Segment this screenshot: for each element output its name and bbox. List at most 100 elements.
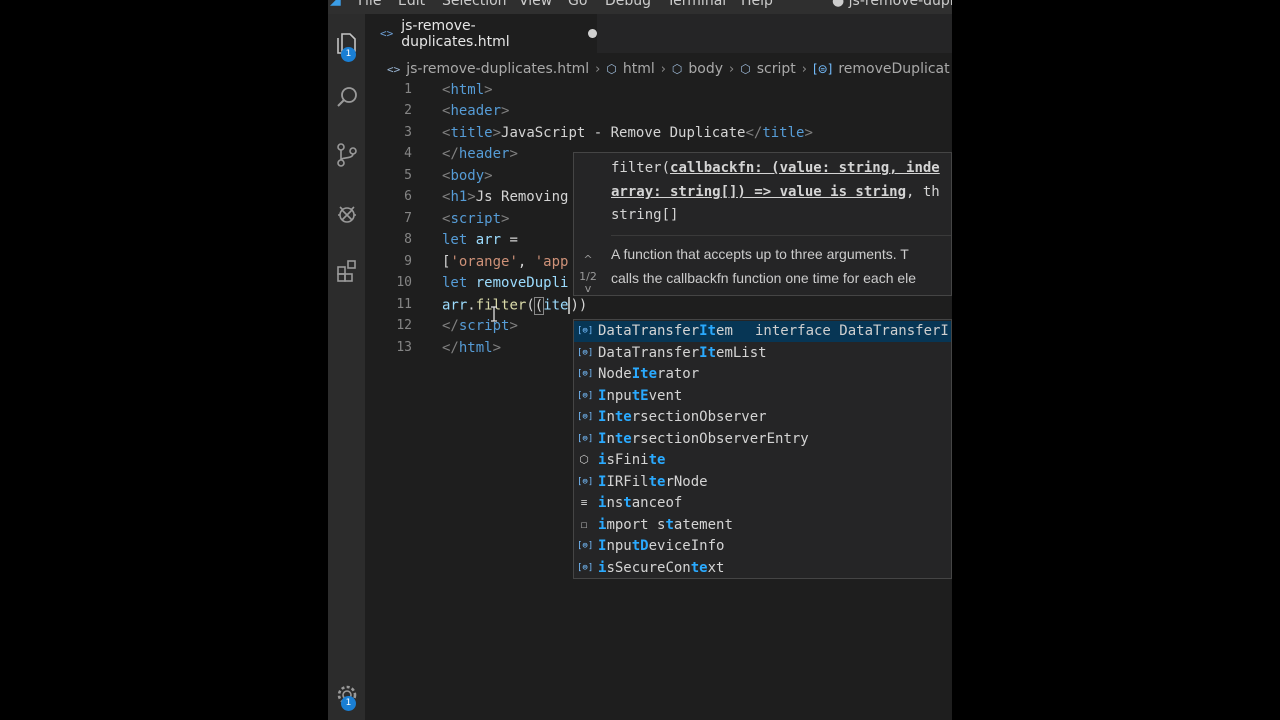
search-icon bbox=[336, 87, 357, 107]
interface-icon: [⊜] bbox=[577, 412, 594, 422]
code-token: , bbox=[517, 254, 535, 270]
signature-line-1: filter(callbackfn: (value: string, inde bbox=[611, 160, 940, 176]
activity-bar: 1 1 bbox=[328, 14, 365, 720]
suggestion-label: import statement bbox=[598, 516, 733, 533]
code-token: script bbox=[458, 318, 510, 334]
extensions-icon bbox=[336, 260, 356, 282]
code-token: removeDupli bbox=[475, 275, 569, 291]
chevron-down-icon[interactable]: v bbox=[574, 282, 602, 295]
line-number: 7 bbox=[404, 211, 412, 226]
suggestion-label: isFinite bbox=[598, 452, 666, 468]
code-token: title bbox=[762, 125, 805, 141]
html-file-icon: <> bbox=[387, 62, 401, 76]
breadcrumb-body[interactable]: body bbox=[688, 61, 723, 77]
variable-icon: [⊜] bbox=[812, 62, 833, 76]
interface-icon: [⊜] bbox=[577, 390, 594, 401]
menu-edit[interactable]: Edit bbox=[398, 0, 425, 9]
breadcrumb-file[interactable]: js-remove-duplicates.html bbox=[406, 61, 589, 77]
code-line: 11 arr.filter((ite)) bbox=[365, 296, 952, 318]
chevron-right-icon: › bbox=[660, 61, 666, 77]
suggestion-item[interactable]: [⊜] isSecureContext bbox=[574, 558, 951, 579]
suggestion-detail: interface DataTransferI bbox=[755, 323, 949, 339]
interface-icon: [⊜] bbox=[577, 562, 594, 573]
suggestion-item[interactable]: [⊜] IntersectionObserverEntry bbox=[574, 429, 951, 450]
suggestion-label: NodeIterator bbox=[598, 366, 700, 382]
menu-debug[interactable]: Debug bbox=[605, 0, 651, 9]
menu-file[interactable]: File bbox=[358, 0, 381, 9]
parameter-hint-widget: ^ 1/2 v filter(callbackfn: (value: strin… bbox=[573, 152, 952, 296]
code-token: arr bbox=[442, 297, 468, 314]
snippet-icon: ☐ bbox=[580, 517, 588, 531]
breadcrumb-html[interactable]: html bbox=[623, 61, 655, 77]
code-token: html bbox=[450, 82, 485, 98]
menu-help[interactable]: Help bbox=[741, 0, 773, 9]
suggestion-item[interactable]: [⊜] InputDeviceInfo bbox=[574, 536, 951, 557]
breadcrumb: <> js-remove-duplicates.html › ⬡ html › … bbox=[365, 58, 952, 80]
code-token: ( bbox=[533, 296, 545, 315]
code-token: ( bbox=[526, 297, 535, 314]
menu-terminal[interactable]: Terminal bbox=[667, 0, 726, 9]
tab-js-remove-duplicates[interactable]: <> js-remove-duplicates.html bbox=[365, 14, 597, 53]
suggestion-item[interactable]: [⊜] InputEvent bbox=[574, 386, 951, 407]
suggestion-item[interactable]: ≡ instanceof bbox=[574, 493, 951, 514]
html-file-icon: <> bbox=[380, 27, 394, 40]
doc-line-1: A function that accepts up to three argu… bbox=[611, 246, 909, 262]
debug-activity[interactable] bbox=[328, 197, 365, 231]
code-token: title bbox=[450, 125, 493, 141]
menu-go[interactable]: Go bbox=[568, 0, 587, 9]
code-token: = bbox=[501, 232, 518, 248]
code-token: let bbox=[442, 275, 468, 291]
explorer-activity[interactable]: 1 bbox=[328, 26, 365, 62]
code-token: filter bbox=[475, 297, 527, 314]
menu-bar: ◢ File Edit Selection View Go Debug Term… bbox=[328, 0, 952, 14]
doc-line-2: calls the callbackfn function one time f… bbox=[611, 270, 917, 286]
suggestion-widget: [⊜] DataTransferItem interface DataTransfe… bbox=[573, 319, 952, 579]
chevron-right-icon: › bbox=[595, 61, 601, 77]
menu-view[interactable]: View bbox=[519, 0, 552, 9]
line-number: 4 bbox=[404, 146, 412, 161]
code-token: header bbox=[450, 103, 502, 119]
active-parameter: array: string[]) => value is string bbox=[611, 184, 907, 200]
line-number: 10 bbox=[396, 275, 412, 290]
code-token: h1 bbox=[450, 189, 468, 205]
chevron-right-icon: › bbox=[801, 61, 807, 77]
line-number: 13 bbox=[396, 340, 412, 355]
code-token: body bbox=[450, 168, 485, 184]
interface-icon: [⊜] bbox=[577, 433, 594, 444]
active-parameter: callbackfn: (value: string, inde bbox=[670, 160, 940, 176]
unsaved-dot-icon[interactable] bbox=[588, 29, 597, 38]
extensions-activity[interactable] bbox=[328, 254, 365, 288]
suggestion-item[interactable]: ☐ import statement bbox=[574, 515, 951, 536]
suggestion-item[interactable]: [⊜] NodeIterator bbox=[574, 364, 951, 385]
manage-activity[interactable]: 1 bbox=[328, 678, 365, 712]
code-token: ite bbox=[543, 297, 569, 314]
line-number: 5 bbox=[404, 168, 412, 183]
tab-bar: <> js-remove-duplicates.html bbox=[365, 14, 952, 53]
signature-return-type: string[] bbox=[611, 207, 679, 223]
line-number: 6 bbox=[404, 189, 412, 204]
suggestion-item[interactable]: ⬡ isFinite bbox=[574, 450, 951, 471]
suggestion-item[interactable]: [⊜] IntersectionObserver bbox=[574, 407, 951, 428]
source-control-activity[interactable] bbox=[328, 138, 365, 172]
code-token: Js Removing bbox=[475, 189, 569, 205]
code-token: 'app bbox=[534, 254, 569, 270]
breadcrumb-symbol[interactable]: removeDuplicat bbox=[838, 61, 949, 77]
suggestion-label: isSecureContext bbox=[598, 559, 725, 576]
chevron-up-icon[interactable]: ^ bbox=[574, 253, 602, 266]
menu-selection[interactable]: Selection bbox=[442, 0, 507, 9]
suggestion-label: InputDeviceInfo bbox=[598, 538, 725, 554]
search-activity[interactable] bbox=[328, 80, 365, 114]
suggestion-label: InputEvent bbox=[598, 387, 683, 404]
suggestion-item[interactable]: [⊜] IIRFilterNode bbox=[574, 472, 951, 493]
interface-icon: [⊜] bbox=[577, 326, 594, 336]
code-token: let bbox=[442, 232, 468, 248]
line-number: 1 bbox=[404, 82, 412, 97]
suggestion-item[interactable]: [⊜] DataTransferItem interface DataTransfe… bbox=[574, 321, 951, 342]
method-cube-icon: ⬡ bbox=[579, 453, 589, 466]
explorer-badge: 1 bbox=[341, 47, 356, 62]
tab-label: js-remove-duplicates.html bbox=[401, 17, 510, 50]
interface-icon: [⊜] bbox=[577, 347, 594, 358]
suggestion-item[interactable]: [⊜] DataTransferItemList bbox=[574, 343, 951, 364]
breadcrumb-script[interactable]: script bbox=[757, 61, 796, 77]
interface-icon: [⊜] bbox=[577, 369, 594, 379]
